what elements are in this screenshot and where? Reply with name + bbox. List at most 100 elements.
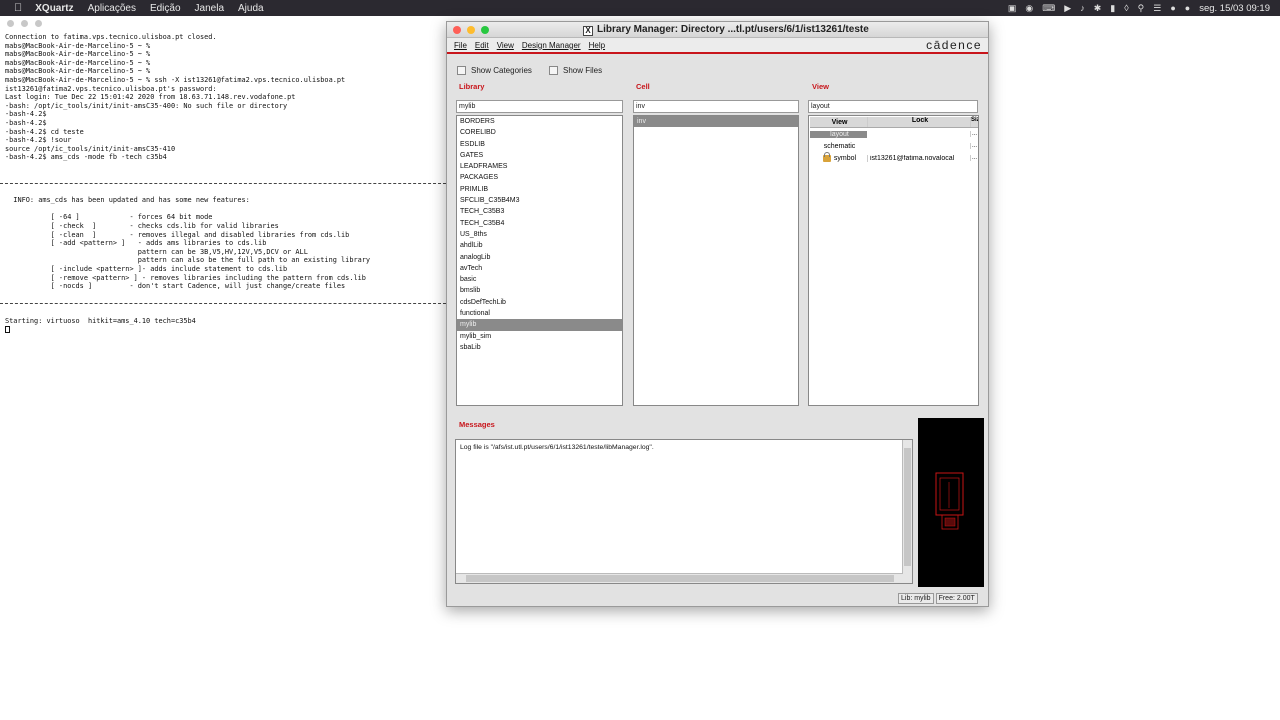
- terminal-line: -bash-4.2$: [5, 118, 47, 127]
- menubar-clock[interactable]: seg. 15/03 09:19: [1199, 3, 1270, 14]
- menu-help[interactable]: Help: [585, 41, 609, 50]
- keyboard-icon[interactable]: ⌨: [1042, 3, 1055, 14]
- menu-edit[interactable]: Edit: [471, 41, 493, 50]
- column-header-view[interactable]: View: [810, 117, 867, 127]
- x11-icon: X: [583, 26, 593, 36]
- terminal-line: [ -64 ] - forces 64 bit mode: [5, 213, 213, 222]
- zoom-icon[interactable]: [481, 26, 489, 34]
- terminal-line: mabs@MacBook-Air-de-Marcelino-5 ~ % ssh …: [5, 75, 346, 84]
- library-item[interactable]: cdsDefTechLib: [457, 297, 622, 308]
- menu-edicao[interactable]: Edição: [143, 3, 188, 14]
- menu-view[interactable]: View: [493, 41, 518, 50]
- library-item[interactable]: avTech: [457, 263, 622, 274]
- menu-file[interactable]: File: [447, 41, 471, 50]
- view-row[interactable]: symbol ist13261@fatima.novalocal...: [810, 151, 978, 164]
- checkbox-box[interactable]: [457, 66, 466, 75]
- messages-vertical-scrollbar[interactable]: [902, 440, 912, 583]
- view-name: schematic: [823, 142, 856, 150]
- lock-cell: ist13261@fatima.novalocal: [867, 154, 970, 162]
- view-label: View: [812, 82, 829, 91]
- app-menu-xquartz[interactable]: XQuartz: [28, 3, 80, 14]
- xterm-window[interactable]: Connection to fatima.vps.tecnico.ulisboa…: [0, 16, 446, 720]
- column-header-size[interactable]: Siz: [970, 117, 978, 127]
- apple-menu-icon[interactable]: : [0, 2, 28, 14]
- show-categories-checkbox[interactable]: Show Categories: [457, 66, 532, 75]
- terminal-line: -bash-4.2$: [5, 110, 47, 119]
- cell-preview: [918, 418, 984, 587]
- record-icon[interactable]: ◉: [1025, 3, 1033, 14]
- cell-filter-input[interactable]: inv: [633, 100, 799, 113]
- zoom-icon[interactable]: [35, 20, 42, 27]
- status-icons: ▣ ◉ ⌨ ▶ ♪ ✱ ▮ ◊ ⚲ ☰ ● ● seg. 15/03 09:19: [1008, 3, 1280, 14]
- library-item[interactable]: CORELIBD: [457, 127, 622, 138]
- menu-ajuda[interactable]: Ajuda: [231, 3, 271, 14]
- layout-preview-drawing: [935, 472, 964, 530]
- library-item[interactable]: US_8ths: [457, 229, 622, 240]
- library-filter-input[interactable]: mylib: [456, 100, 623, 113]
- cell-item[interactable]: inv: [634, 116, 798, 128]
- view-row[interactable]: layout...: [810, 128, 978, 140]
- search-icon[interactable]: ⚲: [1138, 3, 1145, 14]
- wifi-icon[interactable]: ◊: [1124, 3, 1128, 13]
- library-list[interactable]: BORDERS CORELIBD ESDLIB GATES LEADFRAMES PACK…: [456, 115, 623, 406]
- library-item[interactable]: ahdlLib: [457, 240, 622, 251]
- bluetooth-icon[interactable]: ✱: [1094, 3, 1102, 14]
- status-bar: Lib: mylib Free: 2.00T: [898, 593, 978, 604]
- messages-panel[interactable]: Log file is "/afs/ist.utl.pt/users/6/1/i…: [455, 439, 913, 584]
- library-item[interactable]: GATES: [457, 150, 622, 161]
- library-item[interactable]: analogLib: [457, 252, 622, 263]
- play-icon[interactable]: ▶: [1064, 3, 1071, 14]
- view-row[interactable]: schematic...: [810, 140, 978, 152]
- library-item[interactable]: TECH_C35B3: [457, 206, 622, 217]
- library-item[interactable]: SFCLIB_C35B4M3: [457, 195, 622, 206]
- user-icon[interactable]: ●: [1185, 3, 1190, 13]
- siri-icon[interactable]: ●: [1170, 3, 1175, 13]
- volume-icon[interactable]: ♪: [1080, 3, 1085, 13]
- minimize-icon[interactable]: [467, 26, 475, 34]
- library-item[interactable]: mylib_sim: [457, 331, 622, 342]
- terminal-separator: [0, 299, 446, 308]
- battery-icon[interactable]: ▮: [1110, 3, 1115, 14]
- terminal-line: [ -remove <pattern> ] - removes librarie…: [5, 273, 366, 282]
- library-item[interactable]: BORDERS: [457, 116, 622, 127]
- menu-janela[interactable]: Janela: [188, 3, 231, 14]
- checkbox-box[interactable]: [549, 66, 558, 75]
- messages-text: Log file is "/afs/ist.utl.pt/users/6/1/i…: [460, 444, 654, 451]
- messages-horizontal-scrollbar[interactable]: [456, 573, 903, 583]
- cell-list[interactable]: inv: [633, 115, 799, 406]
- minimize-icon[interactable]: [21, 20, 28, 27]
- terminal-line: pattern can be 3B,V5,HV,12V,V5,DCV or AL…: [5, 247, 308, 256]
- terminal-cursor-line[interactable]: [5, 325, 370, 334]
- close-icon[interactable]: [7, 20, 14, 27]
- library-item[interactable]: PACKAGES: [457, 172, 622, 183]
- library-item[interactable]: functional: [457, 308, 622, 319]
- display-icon[interactable]: ▣: [1008, 3, 1017, 14]
- terminal-line: Starting: virtuoso hitkit=ams_4.10 tech=…: [5, 316, 196, 325]
- library-item[interactable]: bmslib: [457, 285, 622, 296]
- menu-design-manager[interactable]: Design Manager: [518, 41, 585, 50]
- terminal-line: -bash-4.2$ !sour: [5, 136, 72, 145]
- library-item[interactable]: basic: [457, 274, 622, 285]
- library-item[interactable]: LEADFRAMES: [457, 161, 622, 172]
- scroll-thumb[interactable]: [466, 575, 894, 582]
- window-title: X Library Manager: Directory ...tl.pt/use…: [583, 24, 869, 36]
- size-cell: ...: [970, 143, 977, 149]
- close-icon[interactable]: [453, 26, 461, 34]
- view-filter-input[interactable]: layout: [808, 100, 978, 113]
- library-item[interactable]: TECH_C35B4: [457, 218, 622, 229]
- library-item[interactable]: sbaLib: [457, 342, 622, 353]
- show-categories-label: Show Categories: [471, 66, 532, 75]
- library-item[interactable]: ESDLIB: [457, 139, 622, 150]
- view-list[interactable]: View Lock Siz layout... schematic... symbo…: [808, 115, 979, 406]
- control-center-icon[interactable]: ☰: [1153, 3, 1161, 14]
- column-header-lock[interactable]: Lock: [867, 117, 970, 127]
- menu-aplicacoes[interactable]: Aplicações: [81, 3, 143, 14]
- library-item[interactable]: PRIMLIB: [457, 184, 622, 195]
- terminal-line: Last login: Tue Dec 22 15:01:42 2020 fro…: [5, 93, 296, 102]
- library-item[interactable]: mylib: [457, 319, 622, 331]
- cell-label: Cell: [636, 82, 650, 91]
- scroll-thumb[interactable]: [904, 448, 911, 566]
- show-files-checkbox[interactable]: Show Files: [549, 66, 602, 75]
